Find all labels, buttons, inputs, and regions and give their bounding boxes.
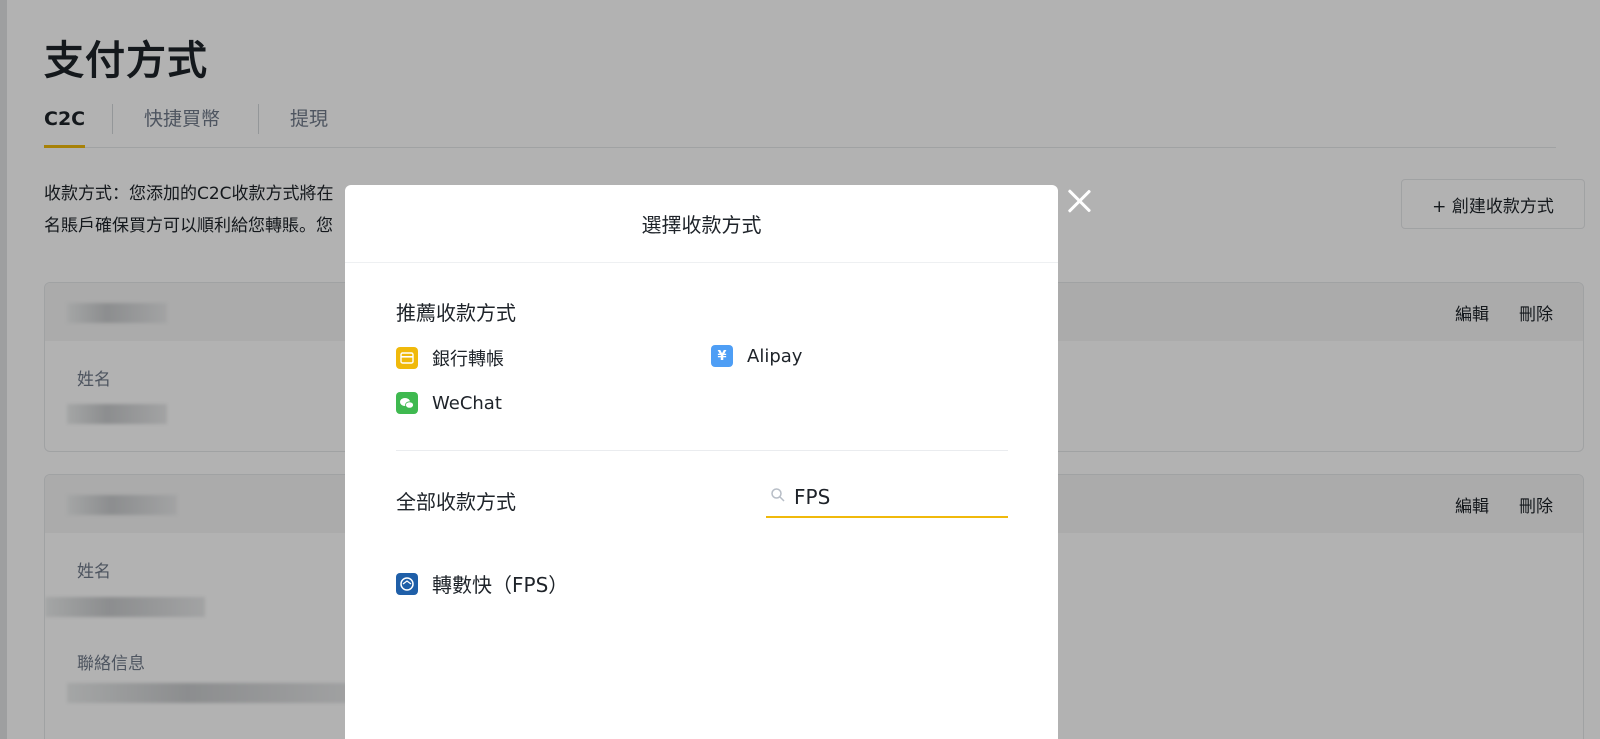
wechat-icon [396, 392, 418, 414]
close-icon[interactable] [1064, 186, 1094, 216]
method-label: WeChat [432, 392, 502, 414]
all-methods-section-title: 全部收款方式 [396, 490, 516, 514]
method-bank-transfer[interactable]: 銀行轉帳 [396, 345, 504, 371]
section-divider [396, 450, 1008, 451]
method-alipay[interactable]: ¥ Alipay [711, 345, 802, 367]
alipay-icon: ¥ [711, 345, 733, 367]
method-fps[interactable]: 轉數快（FPS） [396, 569, 568, 598]
modal-title: 選擇收款方式 [345, 185, 1058, 263]
method-label: 轉數快（FPS） [432, 573, 569, 597]
search-icon [770, 487, 786, 507]
select-payment-method-modal: 選擇收款方式 推薦收款方式 銀行轉帳 ¥ Alipay WeChat 全部收款方… [345, 185, 1058, 739]
method-label: Alipay [747, 345, 803, 367]
search-input[interactable] [794, 485, 994, 509]
fps-icon [396, 572, 418, 595]
method-wechat[interactable]: WeChat [396, 392, 502, 414]
bank-card-icon [396, 347, 418, 369]
recommended-section-title: 推薦收款方式 [396, 301, 516, 325]
method-label: 銀行轉帳 [432, 349, 504, 370]
search-box [766, 478, 1008, 518]
